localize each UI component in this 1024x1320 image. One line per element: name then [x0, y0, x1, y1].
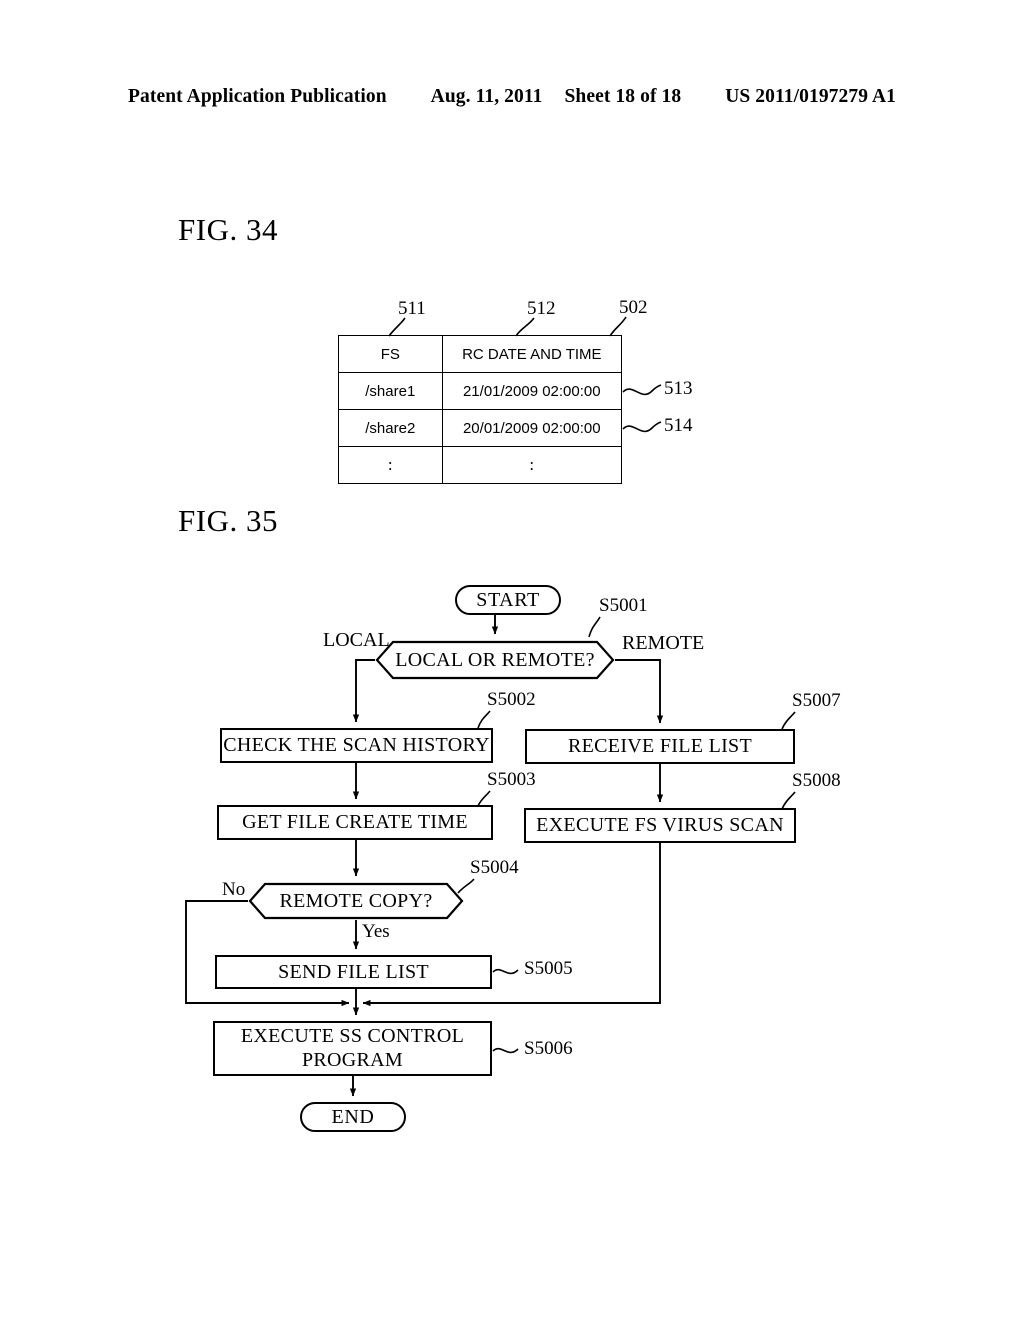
flow-node-local-or-remote: LOCAL OR REMOTE?	[375, 640, 615, 680]
flow-node-receive-file-list: RECEIVE FILE LIST	[525, 729, 795, 764]
branch-label-no: No	[222, 879, 246, 900]
step-label-s5004: S5004	[470, 857, 519, 878]
step-label-s5005: S5005	[524, 958, 573, 979]
step-label-s5001: S5001	[599, 595, 648, 616]
step-label-s5007: S5007	[792, 690, 841, 711]
flow-node-execute-fs-virus-scan: EXECUTE FS VIRUS SCAN	[524, 808, 796, 843]
flow-node-local-or-remote-label: LOCAL OR REMOTE?	[395, 648, 595, 671]
flow-node-execute-ss-control-program: EXECUTE SS CONTROL PROGRAM	[213, 1021, 492, 1076]
step-label-s5008: S5008	[792, 770, 841, 791]
fig35-flowchart: START LOCAL OR REMOTE? LOCAL REMOTE CHEC…	[0, 0, 1024, 1320]
branch-label-yes: Yes	[362, 921, 390, 942]
step-label-s5006: S5006	[524, 1038, 573, 1059]
flow-node-send-file-list: SEND FILE LIST	[215, 955, 492, 989]
step-label-s5002: S5002	[487, 689, 536, 710]
flow-node-get-file-create-time: GET FILE CREATE TIME	[217, 805, 493, 840]
flow-node-start: START	[455, 585, 561, 615]
flow-node-remote-copy-label: REMOTE COPY?	[279, 889, 433, 912]
flow-node-check-the-scan-history: CHECK THE SCAN HISTORY	[220, 728, 493, 763]
flow-node-remote-copy: REMOTE COPY?	[248, 882, 464, 920]
step-label-s5003: S5003	[487, 769, 536, 790]
branch-label-remote: REMOTE	[622, 632, 705, 654]
branch-label-local: LOCAL	[323, 629, 390, 651]
flow-node-end: END	[300, 1102, 406, 1132]
